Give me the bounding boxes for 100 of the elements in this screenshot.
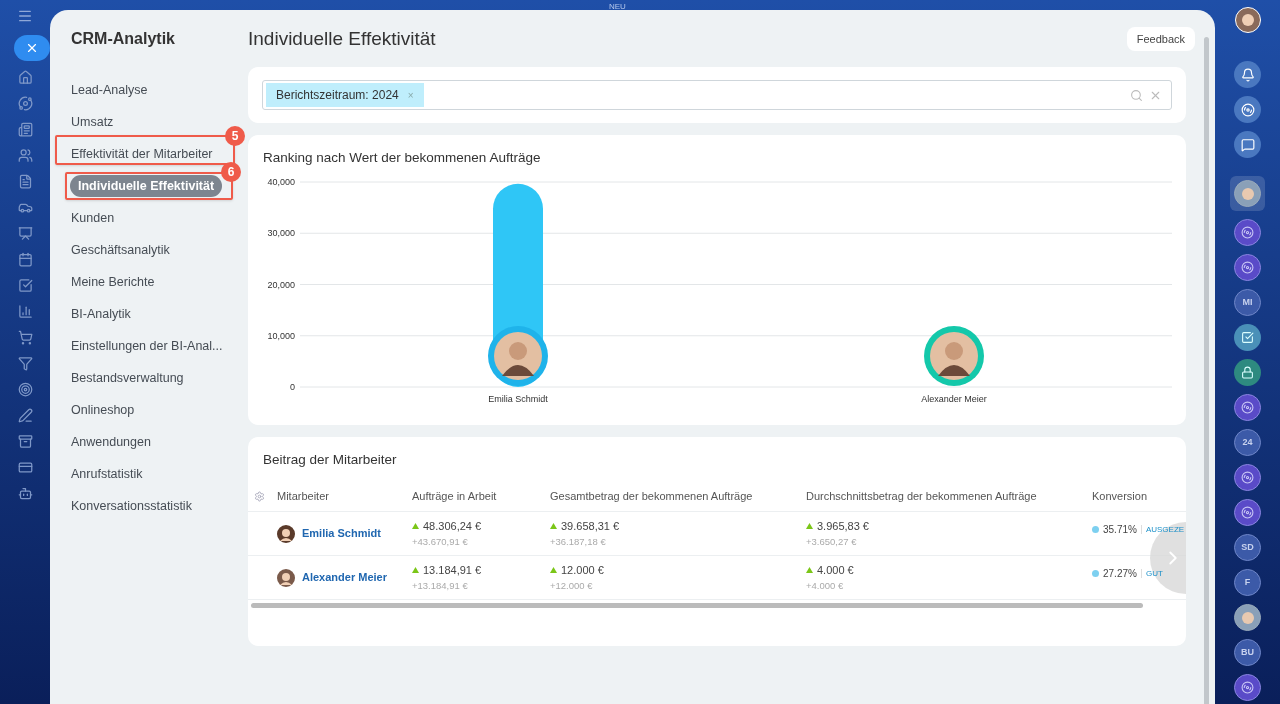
up-triangle-icon [806,523,813,530]
conversion-rate: 35.71% [1103,523,1137,537]
step-badge: 5 [225,126,245,146]
nav-icon[interactable] [17,122,33,137]
amount-change: +13.184,91 € [412,578,469,593]
amount: 3.965,83 € [817,519,869,535]
nav-icon[interactable] [17,226,33,241]
nav-icon[interactable] [17,278,33,293]
avatar-icon [277,568,295,587]
lock-icon [1241,366,1254,379]
up-triangle-icon [412,523,419,530]
task-button[interactable] [1234,324,1261,351]
page-title: Individuelle Effektivität [248,26,436,51]
column-header: Aufträge in Arbeit [412,489,498,505]
rating-label: AUSGEZE [1145,523,1185,536]
spiral-icon [1240,102,1255,117]
amount: 12.000 € [561,563,604,579]
amount: 48.306,24 € [423,519,482,535]
avatar-button[interactable]: BU [1234,639,1261,666]
nav-icon[interactable] [17,70,33,85]
nav-icon[interactable] [17,434,33,449]
up-triangle-icon [806,567,813,574]
amount-change: +43.670,91 € [412,534,469,549]
chat-button[interactable] [1234,394,1261,421]
sidebar-item[interactable]: Lead-Analyse [71,80,148,100]
nav-icon[interactable] [17,96,33,111]
chat-button[interactable] [1234,464,1261,491]
avatar-button[interactable]: SD [1234,534,1261,561]
feedback-button[interactable]: Feedback [1126,27,1195,51]
chat-icon [1240,137,1255,152]
rail-button[interactable] [1234,61,1261,88]
sidebar-item[interactable]: Anwendungen [71,432,151,452]
chat-button[interactable] [1234,499,1261,526]
axis-label: 0 [290,382,295,392]
sidebar-item[interactable]: Onlineshop [71,400,135,420]
sidebar-item[interactable]: BI-Analytik [71,304,131,324]
close-button[interactable] [14,35,50,61]
menu-icon[interactable] [17,8,33,24]
spiral-icon [1241,261,1254,274]
user-avatar[interactable] [1234,7,1261,33]
column-header: Konversion [1092,489,1149,505]
nav-icon[interactable] [17,252,33,267]
sidebar-item[interactable]: Einstellungen der BI-Anal... [71,336,223,356]
amount-change: +12.000 € [550,578,594,593]
nav-icon[interactable] [17,356,33,371]
avatar-button[interactable] [1234,180,1261,207]
up-triangle-icon [412,567,419,574]
chat-button[interactable] [1234,254,1261,281]
rail-button[interactable] [1234,96,1261,123]
axis-label: Alexander Meier [921,394,987,404]
sidebar-item[interactable]: Geschäftsanalytik [71,240,170,260]
chat-button[interactable] [1234,674,1261,701]
column-header: Gesamtbetrag der bekommenen Aufträge [550,489,754,505]
lock-button[interactable] [1234,359,1261,386]
sidebar-item[interactable]: Individuelle Effektivität [70,174,223,198]
spiral-icon [1241,471,1254,484]
sidebar-item[interactable]: Kunden [71,208,115,228]
nav-icon[interactable] [17,304,33,319]
up-triangle-icon [550,567,557,574]
avatar-button[interactable]: 24 [1234,429,1261,456]
checkbox-icon [1241,331,1254,344]
nav-icon[interactable] [17,148,33,163]
sidebar-item[interactable]: Bestandsverwaltung [71,368,184,388]
avatar-button[interactable] [1234,604,1261,631]
spiral-icon [1241,506,1254,519]
nav-icon[interactable] [17,330,33,345]
axis-label: 10,000 [267,330,295,341]
avatar-button[interactable]: F [1234,569,1261,596]
employee-link[interactable]: Emilia Schmidt [302,525,381,542]
rating-label: GUT [1145,567,1163,580]
sidebar-item[interactable]: Effektivität der Mitarbeiter [71,144,213,164]
amount-change: +3.650,27 € [806,534,858,549]
amount: 4.000 € [817,563,854,579]
new-label: NEU [609,1,626,13]
conversion-rate: 27.27% [1103,567,1137,581]
nav-icon[interactable] [17,174,33,189]
sidebar-item[interactable]: Konversationsstatistik [71,496,192,516]
nav-icon[interactable] [17,382,33,397]
sidebar-item[interactable]: Umsatz [71,112,114,132]
amount: 39.658,31 € [561,519,620,535]
amount-change: +4.000 € [806,578,845,593]
employee-link[interactable]: Alexander Meier [302,569,387,586]
sidebar-item[interactable]: Meine Berichte [71,272,155,292]
bell-icon [1240,67,1255,82]
nav-icon[interactable] [17,486,33,501]
close-icon [25,41,39,55]
scrollbar[interactable] [251,603,1143,608]
axis-label: 40,000 [267,177,295,187]
card-title: Beitrag der Mitarbeiter [262,451,398,469]
rail-button[interactable] [1234,131,1261,158]
spiral-icon [1241,401,1254,414]
avatar-button[interactable]: MI [1234,289,1261,316]
nav-icon[interactable] [17,408,33,423]
up-triangle-icon [550,523,557,530]
filter-tag-label: Berichtszeitraum: 2024 [276,87,399,104]
chat-button[interactable] [1234,219,1261,246]
nav-icon[interactable] [17,460,33,475]
axis-label: 30,000 [267,228,295,239]
sidebar-item[interactable]: Anrufstatistik [71,464,143,484]
column-header: Mitarbeiter [277,489,329,505]
